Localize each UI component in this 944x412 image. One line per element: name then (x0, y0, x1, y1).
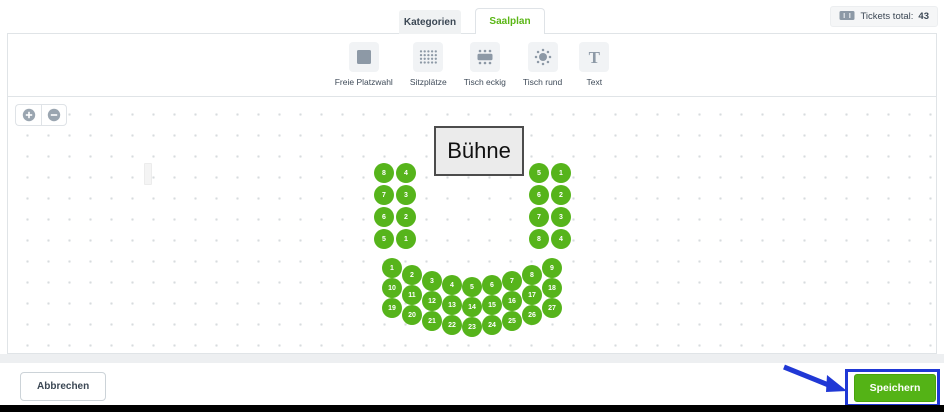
seat[interactable]: 19 (382, 298, 402, 318)
seat[interactable]: 26 (522, 305, 542, 325)
text-icon: T (589, 49, 600, 66)
seat[interactable]: 12 (422, 291, 442, 311)
seat[interactable]: 8 (374, 163, 394, 183)
seat[interactable]: 7 (529, 207, 549, 227)
seat[interactable]: 8 (522, 265, 542, 285)
seat[interactable]: 25 (502, 311, 522, 331)
seat[interactable]: 18 (542, 278, 562, 298)
sitzplaetze-tool-button[interactable]: Sitzplätze (410, 42, 447, 87)
seat[interactable]: 1 (551, 163, 571, 183)
ticket-icon (839, 10, 855, 24)
seat[interactable]: 15 (482, 295, 502, 315)
tool-label: Tisch rund (523, 77, 562, 87)
seat[interactable]: 3 (396, 185, 416, 205)
footer-divider (0, 354, 944, 363)
tickets-total-value: 43 (918, 11, 929, 22)
seat[interactable]: 22 (442, 315, 462, 335)
seat[interactable]: 3 (551, 207, 571, 227)
tickets-total-badge: Tickets total: 43 (830, 6, 938, 27)
seat[interactable]: 3 (422, 271, 442, 291)
seat[interactable]: 4 (442, 275, 462, 295)
seat[interactable]: 6 (482, 275, 502, 295)
faint-selection-artifact (144, 163, 152, 185)
plus-icon (22, 108, 36, 122)
canvas[interactable]: Bühne 8473625151627384123456789101112131… (7, 97, 937, 354)
seat[interactable]: 11 (402, 285, 422, 305)
tab-saalplan[interactable]: Saalplan (475, 8, 545, 34)
tab-kategorien[interactable]: Kategorien (399, 10, 461, 34)
seat[interactable]: 2 (551, 185, 571, 205)
tool-label: Tisch eckig (464, 77, 506, 87)
freie-platzwahl-tool-button[interactable]: Freie Platzwahl (335, 42, 393, 87)
round-table-icon (534, 48, 552, 66)
seat[interactable]: 6 (529, 185, 549, 205)
rect-table-icon (475, 49, 495, 65)
zoom-in-button[interactable] (15, 104, 41, 126)
seat[interactable]: 14 (462, 297, 482, 317)
minus-icon (47, 108, 61, 122)
seat[interactable]: 2 (396, 207, 416, 227)
seat[interactable]: 7 (374, 185, 394, 205)
free-seating-icon (356, 49, 372, 65)
seat[interactable]: 16 (502, 291, 522, 311)
seat[interactable]: 6 (374, 207, 394, 227)
seat-grid-icon (419, 49, 438, 65)
seat[interactable]: 10 (382, 278, 402, 298)
tickets-total-label: Tickets total: (860, 11, 913, 22)
seat[interactable]: 2 (402, 265, 422, 285)
tool-label: Text (586, 77, 602, 87)
tool-label: Sitzplätze (410, 77, 447, 87)
seat[interactable]: 4 (396, 163, 416, 183)
seat[interactable]: 5 (529, 163, 549, 183)
seat[interactable]: 8 (529, 229, 549, 249)
tool-label: Freie Platzwahl (335, 77, 393, 87)
save-button[interactable]: Speichern (854, 374, 936, 402)
zoom-controls (15, 104, 67, 126)
seat[interactable]: 9 (542, 258, 562, 278)
seat[interactable]: 7 (502, 271, 522, 291)
seat[interactable]: 5 (374, 229, 394, 249)
seat[interactable]: 20 (402, 305, 422, 325)
seat[interactable]: 1 (382, 258, 402, 278)
seat[interactable]: 1 (396, 229, 416, 249)
seat[interactable]: 13 (442, 295, 462, 315)
stage-box[interactable]: Bühne (434, 126, 524, 176)
seat[interactable]: 4 (551, 229, 571, 249)
saalplan-editor: Kategorien Saalplan Tickets total: 43 Fr… (0, 0, 944, 412)
seat[interactable]: 24 (482, 315, 502, 335)
seat[interactable]: 5 (462, 277, 482, 297)
toolbar: Freie Platzwahl Sitzplätze Tisch eckig Tisc… (7, 33, 937, 97)
zoom-out-button[interactable] (41, 104, 67, 126)
tisch-rund-tool-button[interactable]: Tisch rund (523, 42, 562, 87)
text-tool-button[interactable]: T Text (579, 42, 609, 87)
seat[interactable]: 23 (462, 317, 482, 337)
bottom-black-bar (0, 405, 944, 412)
seat[interactable]: 27 (542, 298, 562, 318)
seat[interactable]: 17 (522, 285, 542, 305)
tisch-eckig-tool-button[interactable]: Tisch eckig (464, 42, 506, 87)
annotation-arrow (781, 360, 849, 400)
cancel-button[interactable]: Abbrechen (20, 372, 106, 401)
seat[interactable]: 21 (422, 311, 442, 331)
